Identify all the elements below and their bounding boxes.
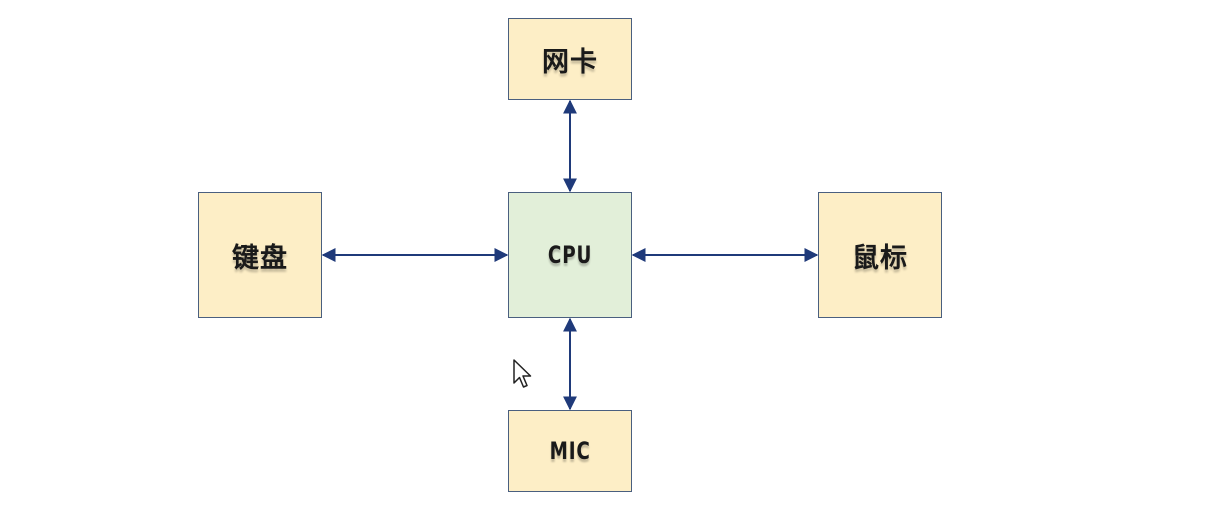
node-cpu-label: CPU	[547, 241, 593, 269]
node-network-card: 网卡	[508, 18, 632, 100]
mouse-pointer-icon	[513, 359, 532, 388]
node-mouse-label: 鼠标	[852, 242, 908, 274]
node-keyboard: 键盘	[198, 192, 322, 318]
node-mic-label: MIC	[549, 437, 591, 465]
node-mic: MIC	[508, 410, 632, 492]
node-cpu: CPU	[508, 192, 632, 318]
node-keyboard-label: 键盘	[232, 242, 288, 274]
node-network-card-label: 网卡	[542, 46, 598, 78]
cpu-peripheral-diagram: 网卡 键盘 CPU 鼠标 MIC	[0, 0, 1221, 506]
node-mouse: 鼠标	[818, 192, 942, 318]
